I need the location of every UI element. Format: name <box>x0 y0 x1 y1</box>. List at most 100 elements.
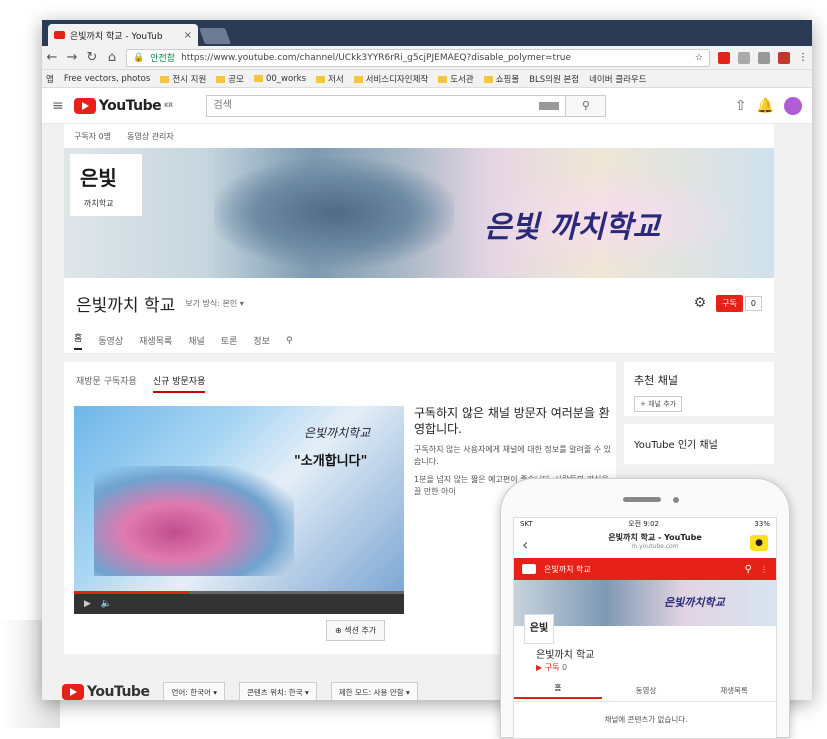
extension-icon[interactable] <box>758 51 770 64</box>
extension-icon[interactable] <box>738 51 750 64</box>
mobile-channel-avatar: 은빛 <box>524 614 554 644</box>
phone-camera <box>673 497 679 503</box>
channel-tabs: 홈 동영상 재생목록 채널 토론 정보 ⚲ <box>64 328 774 354</box>
mobile-banner-title: 은빛까치학교 <box>664 596 725 609</box>
folder-icon <box>483 75 493 83</box>
menu-icon[interactable]: ⋮ <box>798 52 808 63</box>
bookmark-item[interactable]: 00_works <box>253 74 306 84</box>
mobile-page-title: 은빛까치 학교 - YouTube <box>608 533 702 542</box>
footer-logo[interactable]: YouTube <box>62 684 150 700</box>
trailer-title: 구독하지 않은 채널 방문자 여러분을 환영합니다. <box>414 406 610 436</box>
trailer-video[interactable]: 은빛까치학교 "소개합니다" <box>74 406 404 594</box>
folder-icon <box>316 75 326 83</box>
phone-mockup: SKT 오전 9:02 33% ‹ 은빛까치 학교 - YouTube m.yo… <box>500 478 790 739</box>
popular-channels: YouTube 인기 채널 <box>624 424 774 464</box>
search-button[interactable]: ⚲ <box>565 95 606 116</box>
hamburger-menu-icon[interactable]: ≡ <box>52 98 64 114</box>
tab-channels[interactable]: 채널 <box>188 334 205 347</box>
carrier: SKT <box>520 520 533 528</box>
video-caption: "소개합니다" <box>294 454 368 469</box>
tab-returning[interactable]: 재방문 구독자용 <box>76 374 137 393</box>
video-manager-link[interactable]: 동영상 관리자 <box>127 131 174 142</box>
bookmarks-bar: 앱 Free vectors, photos 전시 지원 공모 00_works… <box>42 70 812 88</box>
add-channel-button[interactable]: + 채널 추가 <box>634 396 683 412</box>
home-icon[interactable]: ⌂ <box>106 50 118 65</box>
omnibox[interactable]: 🔒 안전함 https://www.youtube.com/channel/UC… <box>126 48 710 67</box>
tab-strip: 은빛까치 학교 - YouTub × <box>42 20 812 46</box>
folder-icon <box>216 75 226 83</box>
youtube-favicon-icon <box>54 31 65 39</box>
audience-tabs: 재방문 구독자용 신규 방문자용 <box>76 374 206 393</box>
avatar[interactable] <box>784 96 802 115</box>
youtube-logo[interactable]: YouTube KR <box>73 97 173 114</box>
bookmark-item[interactable]: 저서 <box>316 73 344 85</box>
pinterest-icon[interactable] <box>718 51 730 64</box>
folder-icon <box>438 75 448 83</box>
lock-icon: 🔒 <box>133 52 145 63</box>
folder-icon <box>353 75 363 83</box>
bookmark-item[interactable]: 전시 지원 <box>160 73 206 85</box>
bookmark-item[interactable]: 공모 <box>216 73 244 85</box>
star-icon[interactable]: ☆ <box>695 53 703 63</box>
tab-videos[interactable]: 동영상 <box>98 334 123 347</box>
bookmark-item[interactable]: 쇼핑몰 <box>483 73 519 85</box>
view-as-dropdown[interactable]: 보기 방식: 본인 ▾ <box>185 298 244 309</box>
search-icon[interactable]: ⚲ <box>286 336 293 346</box>
plus-icon: ⊕ <box>335 626 345 635</box>
content-location-button[interactable]: 콘텐츠 위치: 한국 ▾ <box>239 681 317 700</box>
tab-videos[interactable]: 동영상 <box>602 685 690 696</box>
tab-about[interactable]: 정보 <box>253 334 270 347</box>
upload-icon[interactable]: ⇧ <box>735 98 747 114</box>
play-icon[interactable]: ▶ <box>84 599 91 609</box>
mobile-channel-name: 은빛까치 학교 <box>536 650 595 661</box>
gear-icon[interactable]: ⚙ <box>694 295 707 311</box>
tab-playlists[interactable]: 재생목록 <box>690 685 776 696</box>
bookmark-item[interactable]: BLS의원 본점 <box>529 73 579 85</box>
subscribe-count: 0 <box>744 295 762 311</box>
chat-icon[interactable]: ● <box>750 535 768 551</box>
mobile-subscribe[interactable]: ▶ 구독 0 <box>536 662 567 673</box>
more-icon[interactable]: ⋮ <box>760 565 768 574</box>
tab-new-visitors[interactable]: 신규 방문자용 <box>152 374 206 393</box>
close-tab-icon[interactable]: × <box>184 30 192 41</box>
bell-icon[interactable]: 🔔 <box>757 98 774 114</box>
channel-name: 은빛까치 학교 <box>76 295 176 316</box>
reload-icon[interactable]: ↻ <box>86 50 98 65</box>
forward-icon[interactable]: → <box>66 50 78 65</box>
browser-tab[interactable]: 은빛까치 학교 - YouTub × <box>48 24 198 46</box>
bookmark-item[interactable]: Free vectors, photos <box>64 74 150 84</box>
restricted-mode-button[interactable]: 제한 모드: 사용 안함 ▾ <box>330 681 418 700</box>
tab-home[interactable]: 홈 <box>514 682 602 699</box>
tab-playlists[interactable]: 재생목록 <box>139 334 172 347</box>
search-input[interactable] <box>207 95 540 116</box>
tab-title: 은빛까치 학교 - YouTub <box>70 31 163 42</box>
add-section-button[interactable]: ⊕ 섹션 추가 <box>326 620 386 641</box>
bookmark-item[interactable]: 네이버 클라우드 <box>589 73 646 85</box>
clock: 오전 9:02 <box>628 520 660 528</box>
bookmark-item[interactable]: 서비스디자인제작 <box>353 73 428 85</box>
bookmark-apps[interactable]: 앱 <box>46 73 54 85</box>
search-icon[interactable]: ⚲ <box>745 564 752 575</box>
youtube-play-icon <box>62 684 84 700</box>
language-button[interactable]: 언어: 한국어 ▾ <box>163 681 225 700</box>
back-icon[interactable]: ← <box>46 50 58 65</box>
status-bar: SKT 오전 9:02 33% <box>514 518 776 530</box>
bookmark-item[interactable]: 도서관 <box>438 73 474 85</box>
tab-home[interactable]: 홈 <box>74 331 83 350</box>
pdf-extension-icon[interactable] <box>778 51 790 64</box>
volume-icon[interactable]: 🔈 <box>101 599 112 609</box>
battery: 33% <box>754 520 770 528</box>
channel-subbar: 구독자 0명 동영상 관리자 <box>64 124 774 148</box>
back-icon[interactable]: ‹ <box>522 535 528 554</box>
subscribe-button[interactable]: 구독 <box>716 294 743 312</box>
tab-discussion[interactable]: 토론 <box>221 334 238 347</box>
url-text[interactable]: https://www.youtube.com/channel/UCkk3YYR… <box>181 53 571 63</box>
mobile-channel-title: 은빛까치 학교 <box>544 564 591 574</box>
phone-screen: SKT 오전 9:02 33% ‹ 은빛까치 학교 - YouTube m.yo… <box>513 517 777 739</box>
phone-speaker <box>623 497 661 502</box>
new-tab-button[interactable] <box>199 28 231 44</box>
mobile-channel-bar: 은빛까치 학교 ⚲ ⋮ <box>514 558 776 580</box>
channel-info: 은빛까치 학교 보기 방식: 본인 ▾ ⚙ 구독 0 <box>64 278 774 328</box>
keyboard-icon[interactable] <box>539 101 560 110</box>
channel-banner: 은빛 까치학교 은빛 까치학교 <box>64 148 774 278</box>
